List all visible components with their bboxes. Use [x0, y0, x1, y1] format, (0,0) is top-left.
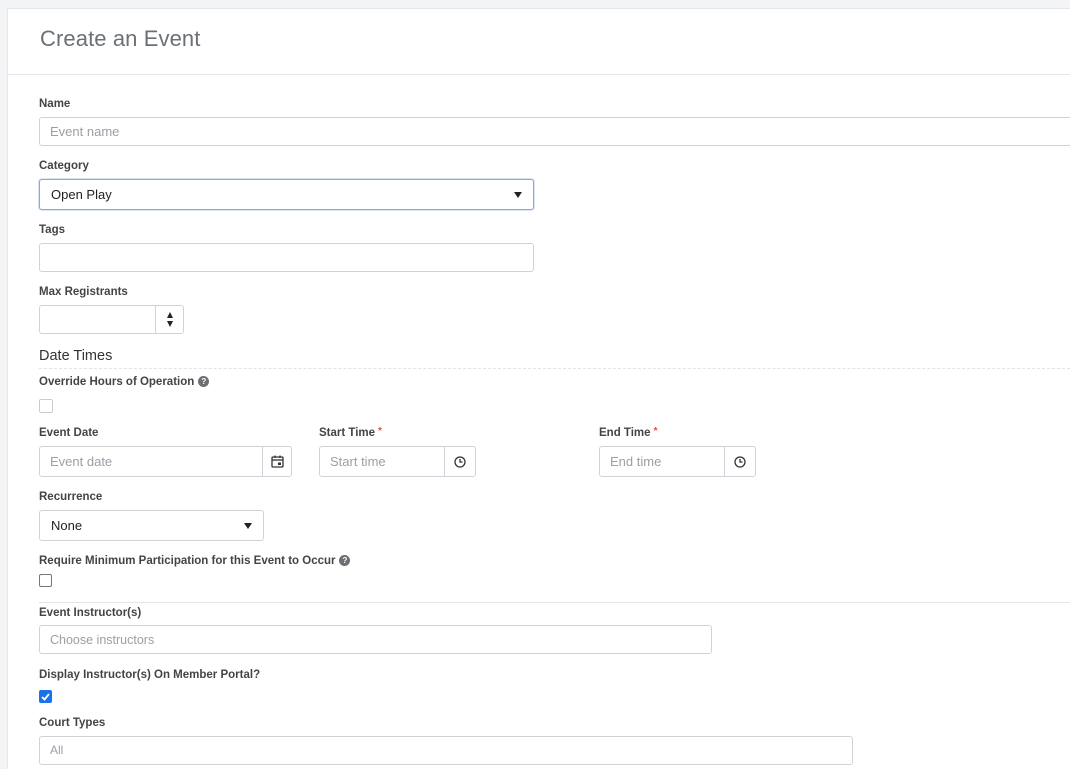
- chevron-down-icon: [514, 191, 522, 198]
- recurrence-value: None: [51, 518, 83, 533]
- divider: [39, 602, 1070, 603]
- tags-input[interactable]: [39, 243, 534, 272]
- instructors-input[interactable]: [39, 625, 712, 654]
- event-date-label: Event Date: [39, 427, 99, 439]
- recurrence-label: Recurrence: [39, 491, 103, 503]
- tags-label: Tags: [39, 224, 65, 236]
- override-hours-text: Override Hours of Operation: [39, 376, 195, 388]
- override-hours-checkbox[interactable]: [39, 399, 53, 413]
- chevron-down-icon: [244, 522, 252, 529]
- category-select[interactable]: Open Play: [39, 179, 534, 210]
- start-time-placeholder: Start time: [330, 454, 386, 469]
- end-time-placeholder: End time: [610, 454, 662, 469]
- start-time-button[interactable]: [444, 447, 475, 476]
- check-icon: [41, 692, 50, 701]
- help-icon[interactable]: ?: [339, 555, 351, 566]
- start-time-field[interactable]: Start time: [319, 446, 476, 477]
- calendar-button[interactable]: [262, 447, 291, 476]
- help-icon[interactable]: ?: [198, 376, 210, 387]
- max-registrants-label: Max Registrants: [39, 286, 128, 298]
- end-time-text: End Time: [599, 427, 651, 439]
- category-value: Open Play: [51, 187, 112, 202]
- end-time-field[interactable]: End time: [599, 446, 756, 477]
- end-time-button[interactable]: [724, 447, 755, 476]
- court-types-value: All: [50, 743, 64, 757]
- court-types-label: Court Types: [39, 717, 106, 729]
- end-time-label: End Time *: [599, 426, 658, 439]
- increment-icon[interactable]: [166, 312, 173, 318]
- override-hours-label: Override Hours of Operation?: [39, 376, 210, 388]
- stepper-buttons[interactable]: [155, 306, 183, 333]
- clock-icon: [454, 455, 466, 468]
- event-date-field[interactable]: Event date: [39, 446, 292, 477]
- min-participation-checkbox[interactable]: [39, 574, 52, 587]
- event-name-input[interactable]: [39, 117, 1070, 146]
- page-title: Create an Event: [40, 26, 201, 51]
- display-instructors-checkbox[interactable]: [39, 690, 52, 703]
- name-label: Name: [39, 98, 71, 110]
- date-times-heading: Date Times: [39, 348, 113, 364]
- category-label: Category: [39, 160, 89, 172]
- court-types-input[interactable]: All: [39, 736, 853, 765]
- instructors-label: Event Instructor(s): [39, 607, 142, 619]
- required-marker: *: [653, 426, 658, 437]
- start-time-text: Start Time: [319, 427, 376, 439]
- clock-icon: [734, 455, 746, 468]
- min-participation-text: Require Minimum Participation for this E…: [39, 555, 336, 567]
- recurrence-select[interactable]: None: [39, 510, 264, 541]
- calendar-icon: [270, 455, 284, 468]
- card-header: Create an Event: [8, 9, 1070, 75]
- min-participation-label: Require Minimum Participation for this E…: [39, 555, 351, 567]
- decrement-icon[interactable]: [166, 321, 173, 327]
- section-divider: [39, 368, 1070, 369]
- display-instructors-label: Display Instructor(s) On Member Portal?: [39, 669, 261, 681]
- max-registrants-stepper[interactable]: [39, 305, 184, 334]
- event-date-placeholder: Event date: [50, 454, 113, 469]
- start-time-label: Start Time *: [319, 426, 382, 439]
- required-marker: *: [378, 426, 382, 437]
